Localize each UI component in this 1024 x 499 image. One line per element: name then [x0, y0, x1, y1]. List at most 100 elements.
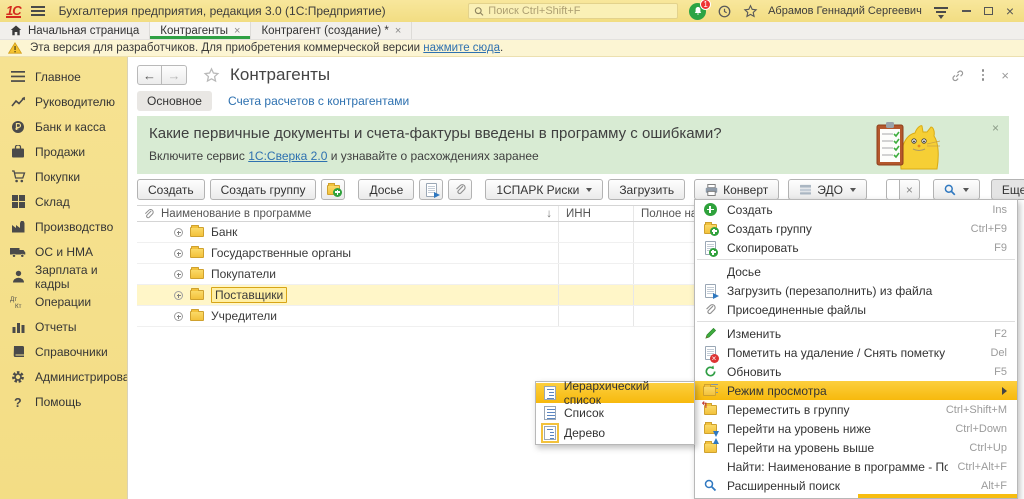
menu-separator	[697, 259, 1015, 260]
history-icon[interactable]	[717, 4, 732, 19]
sidebar-item-administrirovanie[interactable]: Администрирование	[0, 364, 127, 389]
global-search-box[interactable]	[468, 3, 678, 19]
more-button[interactable]: Еще	[991, 179, 1024, 200]
create-button[interactable]: Создать	[137, 179, 205, 200]
sidebar-label: Отчеты	[35, 320, 76, 334]
submenu-item-tree[interactable]: Дерево	[536, 423, 694, 443]
create-group-icon-button[interactable]	[321, 179, 345, 200]
buy-version-link[interactable]: нажмите сюда	[423, 42, 500, 54]
sidebar-item-sklad[interactable]: Склад	[0, 189, 127, 214]
tab-close-icon[interactable]: ×	[234, 25, 240, 37]
current-user[interactable]: Абрамов Геннадий Сергеевич	[768, 5, 922, 17]
menu-item-edit[interactable]: Изменить F2	[695, 324, 1017, 343]
hierarchical-list-icon	[544, 386, 556, 400]
gear-icon	[10, 369, 26, 385]
name-column-header[interactable]: Наименование в программе ↓	[159, 206, 559, 221]
search-settings-button[interactable]	[933, 179, 980, 200]
sidebar-item-rukovoditelyu[interactable]: Руководителю	[0, 89, 127, 114]
favorite-star-icon[interactable]	[203, 67, 220, 84]
list-search-box[interactable]	[886, 179, 900, 200]
tab-label: Начальная страница	[28, 25, 139, 37]
create-icon	[702, 202, 718, 218]
sidebar-item-pomosch[interactable]: ? Помощь	[0, 389, 127, 414]
sidebar-item-operacii[interactable]: ДтКт Операции	[0, 289, 127, 314]
menu-item-level-down[interactable]: Перейти на уровень ниже Ctrl+Down	[695, 419, 1017, 438]
expand-icon[interactable]	[174, 312, 183, 321]
service-menu-icon[interactable]	[934, 7, 948, 16]
sidebar-label: Зарплата и кадры	[35, 263, 127, 291]
bar-chart-icon	[10, 319, 26, 335]
expand-icon[interactable]	[174, 270, 183, 279]
sverka-link[interactable]: 1С:Сверка 2.0	[248, 149, 327, 163]
close-page-icon[interactable]: ×	[1001, 68, 1009, 83]
attachment-column-header[interactable]	[137, 208, 159, 220]
clear-search-icon[interactable]: ×	[900, 179, 920, 200]
sidebar-item-bank-kassa[interactable]: Банк и касса	[0, 114, 127, 139]
main-menu-icon[interactable]	[31, 6, 45, 16]
menu-item-advanced-search[interactable]: Расширенный поиск Alt+F	[695, 476, 1017, 495]
close-icon[interactable]: ×	[1006, 5, 1014, 17]
nav-tab-osnovnoe[interactable]: Основное	[137, 91, 212, 111]
dropdown-caret-icon	[586, 188, 592, 192]
menu-item-level-up[interactable]: Перейти на уровень выше Ctrl+Up	[695, 438, 1017, 457]
submenu-item-hierarchical-list[interactable]: Иерархический список	[536, 383, 694, 403]
menu-item-view-mode[interactable]: Режим просмотра	[695, 381, 1017, 400]
cart-icon	[10, 169, 26, 185]
maximize-icon[interactable]	[984, 7, 993, 15]
forward-button[interactable]: →	[162, 65, 187, 85]
tab-label: Контрагенты	[160, 25, 228, 37]
truck-icon	[10, 244, 26, 260]
sidebar-item-glavnoe[interactable]: Главное	[0, 64, 127, 89]
menu-item-move-to-group[interactable]: ↰ Переместить в группу Ctrl+Shift+M	[695, 400, 1017, 419]
dossier-button[interactable]: Досье	[358, 179, 414, 200]
folder-icon	[190, 227, 204, 237]
menu-item-load-from-file[interactable]: Загрузить (перезаполнить) из файла	[695, 281, 1017, 300]
load-button[interactable]: Загрузить	[608, 179, 685, 200]
sidebar-item-zarplata-kadry[interactable]: Зарплата и кадры	[0, 264, 127, 289]
minimize-icon[interactable]	[962, 10, 971, 12]
favorites-star-icon[interactable]	[743, 4, 758, 19]
developer-version-warning: Эта версия для разработчиков. Для приобр…	[0, 40, 1024, 57]
menu-item-attached-files[interactable]: Присоединенные файлы	[695, 300, 1017, 319]
tab-close-icon[interactable]: ×	[395, 25, 401, 37]
get-link-icon[interactable]	[950, 68, 965, 83]
spark-risks-button[interactable]: 1СПАРК Риски	[485, 179, 603, 200]
menu-item-create-group[interactable]: Создать группу Ctrl+F9	[695, 219, 1017, 238]
inn-column-header[interactable]: ИНН	[559, 206, 634, 221]
tab-bar: Начальная страница Контрагенты × Контраг…	[0, 22, 1024, 40]
menu-item-refresh[interactable]: Обновить F5	[695, 362, 1017, 381]
global-search-input[interactable]	[488, 5, 672, 17]
menu-item-find[interactable]: Найти: Наименование в программе - Постав…	[695, 457, 1017, 476]
sidebar-item-otchety[interactable]: Отчеты	[0, 314, 127, 339]
row-name: Учредители	[211, 309, 277, 323]
advanced-search-icon	[702, 478, 718, 494]
ruble-coin-icon	[10, 119, 26, 135]
sidebar-item-prodazhi[interactable]: Продажи	[0, 139, 127, 164]
back-button[interactable]: ←	[137, 65, 162, 85]
load-from-file-icon-button[interactable]	[419, 179, 443, 200]
banner-close-icon[interactable]: ×	[992, 121, 999, 135]
sidebar-item-proizvodstvo[interactable]: Производство	[0, 214, 127, 239]
tab-kontragenty[interactable]: Контрагенты ×	[150, 22, 251, 39]
expand-icon[interactable]	[174, 249, 183, 258]
create-group-button[interactable]: Создать группу	[210, 179, 317, 200]
move-to-group-icon: ↰	[702, 402, 718, 418]
envelope-button[interactable]: Конверт	[694, 179, 779, 200]
attached-files-icon-button[interactable]	[448, 179, 472, 200]
sidebar-item-os-nma[interactable]: ОС и НМА	[0, 239, 127, 264]
menu-item-create[interactable]: Создать Ins	[695, 200, 1017, 219]
row-name: Покупатели	[211, 267, 276, 281]
menu-item-copy[interactable]: Скопировать F9	[695, 238, 1017, 257]
tab-home[interactable]: Начальная страница	[0, 22, 150, 39]
tab-kontragent-sozdanie[interactable]: Контрагент (создание) * ×	[251, 22, 412, 39]
nav-tab-scheta-raschetov[interactable]: Счета расчетов с контрагентами	[228, 94, 409, 108]
sidebar-item-spravochniki[interactable]: Справочники	[0, 339, 127, 364]
sidebar-item-pokupki[interactable]: Покупки	[0, 164, 127, 189]
edo-button[interactable]: ЭДО	[788, 179, 867, 200]
more-commands-icon[interactable]	[982, 69, 985, 81]
expand-icon[interactable]	[174, 228, 183, 237]
menu-item-mark-deletion[interactable]: × Пометить на удаление / Снять пометку D…	[695, 343, 1017, 362]
expand-icon[interactable]	[174, 291, 183, 300]
notifications-icon[interactable]: 1	[689, 3, 706, 20]
menu-item-dossier[interactable]: Досье	[695, 262, 1017, 281]
